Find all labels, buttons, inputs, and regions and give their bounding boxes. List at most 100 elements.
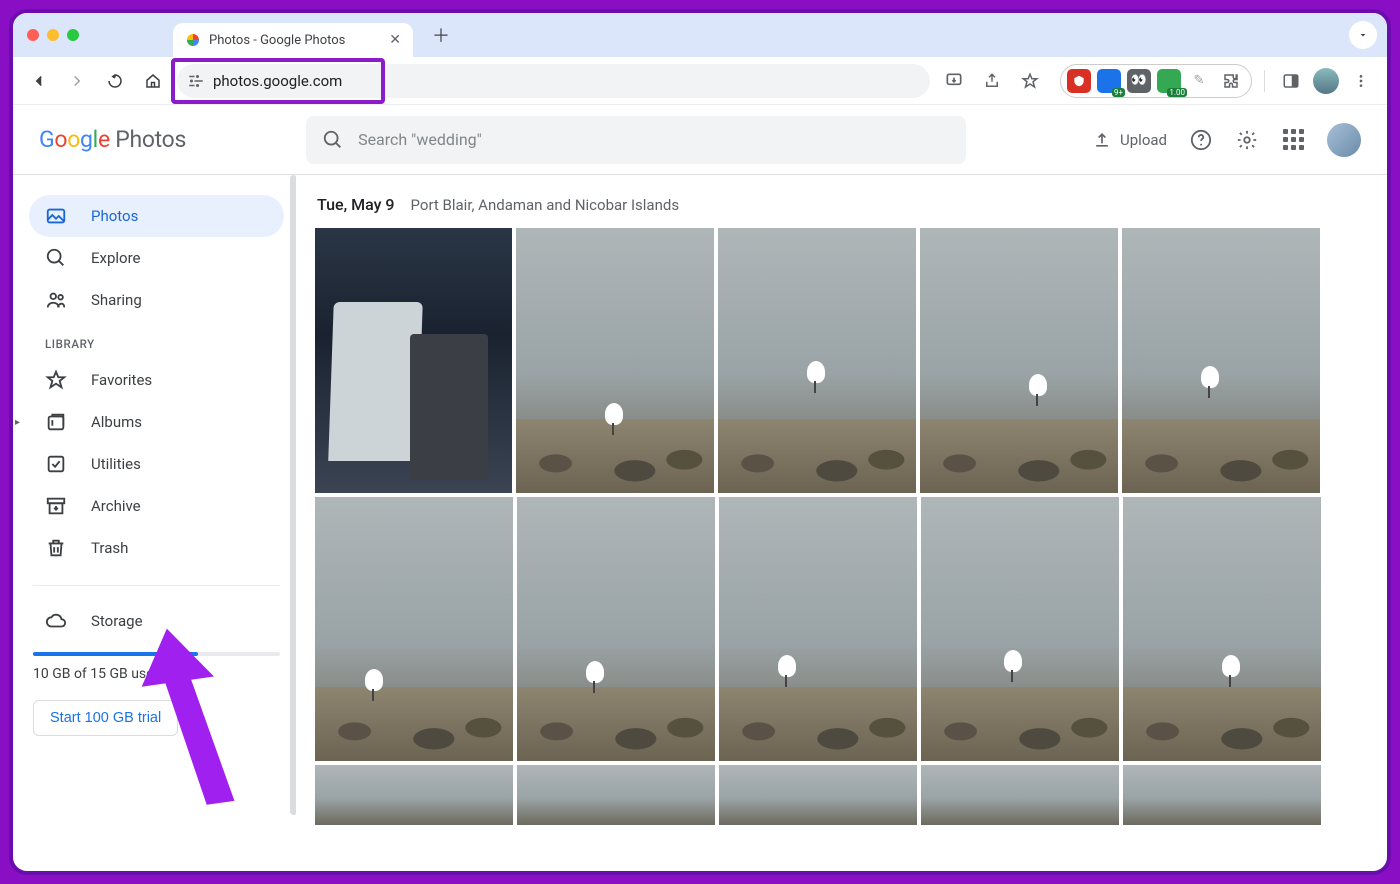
date-header: Tue, May 9 Port Blair, Andaman and Nicob…: [317, 195, 1377, 214]
photo-thumbnail[interactable]: [921, 497, 1119, 761]
extensions-puzzle-icon[interactable]: [1217, 67, 1245, 95]
extension-badge-2: 1.00: [1167, 88, 1187, 97]
photo-thumbnail[interactable]: [718, 228, 916, 493]
logo-product-text: Photos: [115, 126, 186, 153]
photo-thumbnail[interactable]: [719, 765, 917, 825]
sidebar-label: Storage: [91, 612, 143, 630]
sidebar-label: Utilities: [91, 455, 141, 473]
new-tab-button[interactable]: ＋: [427, 21, 455, 49]
photo-thumbnail[interactable]: [517, 497, 715, 761]
photo-thumbnail[interactable]: [315, 765, 513, 825]
address-bar[interactable]: photos.google.com: [177, 64, 930, 98]
photo-thumbnail[interactable]: [921, 765, 1119, 825]
toolbar-divider: [1264, 70, 1265, 92]
search-icon: [322, 129, 344, 151]
share-icon[interactable]: [978, 67, 1006, 95]
header-actions: Upload: [1092, 123, 1361, 157]
photo-thumbnail[interactable]: [1123, 497, 1321, 761]
sidebar-item-explore[interactable]: Explore: [29, 237, 284, 279]
tab-close-icon[interactable]: ✕: [389, 32, 401, 48]
sidepanel-icon[interactable]: [1277, 67, 1305, 95]
scrollbar[interactable]: [290, 175, 297, 815]
photos-icon: [45, 205, 67, 227]
cloud-icon: [45, 610, 67, 632]
sidebar-label: Albums: [91, 413, 142, 431]
utilities-icon: [45, 453, 67, 475]
archive-icon: [45, 495, 67, 517]
settings-gear-icon[interactable]: [1235, 128, 1259, 152]
albums-icon: [45, 411, 67, 433]
photo-thumbnail[interactable]: [719, 497, 917, 761]
sidebar-item-trash[interactable]: Trash: [29, 527, 284, 569]
photo-thumbnail[interactable]: [315, 497, 513, 761]
bookmark-star-icon[interactable]: [1016, 67, 1044, 95]
tabs-dropdown-button[interactable]: [1349, 21, 1377, 49]
profile-avatar[interactable]: [1313, 68, 1339, 94]
sidebar-item-archive[interactable]: Archive: [29, 485, 284, 527]
sidebar-item-utilities[interactable]: Utilities: [29, 443, 284, 485]
photo-row: [315, 228, 1377, 493]
start-trial-button[interactable]: Start 100 GB trial: [33, 700, 178, 736]
library-section-label: LIBRARY: [29, 321, 284, 359]
date-text: Tue, May 9: [317, 195, 395, 214]
sidebar-item-storage[interactable]: Storage: [29, 602, 284, 640]
sidebar-label: Explore: [91, 249, 141, 267]
photo-thumbnail[interactable]: [315, 228, 512, 493]
site-settings-icon[interactable]: [187, 72, 205, 90]
sidebar-item-favorites[interactable]: Favorites: [29, 359, 284, 401]
sidebar-divider: [33, 585, 280, 586]
extension-icon-2[interactable]: 9+: [1097, 69, 1121, 93]
app-header: Google Photos Search "wedding" Upload: [13, 105, 1387, 175]
browser-tab[interactable]: Photos - Google Photos ✕: [173, 23, 413, 57]
photo-row: [315, 497, 1377, 761]
photo-content-area: Tue, May 9 Port Blair, Andaman and Nicob…: [297, 175, 1387, 871]
search-input[interactable]: Search "wedding": [306, 116, 966, 164]
home-button[interactable]: [139, 67, 167, 95]
minimize-window-button[interactable]: [47, 29, 59, 41]
sidebar-item-photos[interactable]: Photos: [29, 195, 284, 237]
forward-button[interactable]: [63, 67, 91, 95]
extension-icon-5[interactable]: ✎: [1187, 69, 1211, 93]
upload-button[interactable]: Upload: [1092, 130, 1167, 150]
photo-thumbnail[interactable]: [1123, 765, 1321, 825]
extensions-pill[interactable]: 9+ 👀 1.00 ✎: [1060, 64, 1252, 98]
storage-progress-fill: [33, 652, 198, 656]
account-avatar[interactable]: [1327, 123, 1361, 157]
extension-icon-4[interactable]: 1.00: [1157, 69, 1181, 93]
photo-row: [315, 765, 1377, 825]
storage-used-text: 10 GB of 15 GB used: [29, 666, 284, 696]
browser-toolbar: photos.google.com 9+ 👀 1.00 ✎: [13, 57, 1387, 105]
extensions-area: 9+ 👀 1.00 ✎: [1060, 64, 1375, 98]
sidebar-label: Sharing: [91, 291, 142, 309]
google-photos-favicon: [185, 32, 201, 48]
tab-title: Photos - Google Photos: [209, 33, 345, 48]
storage-progress-bar: [33, 652, 280, 656]
photo-thumbnail[interactable]: [517, 765, 715, 825]
ublock-icon[interactable]: [1067, 69, 1091, 93]
window-controls: [27, 29, 79, 41]
reload-button[interactable]: [101, 67, 129, 95]
sidebar-label: Favorites: [91, 371, 152, 389]
browser-tab-strip: Photos - Google Photos ✕ ＋: [13, 13, 1387, 57]
back-button[interactable]: [25, 67, 53, 95]
google-apps-icon[interactable]: [1281, 128, 1305, 152]
expand-caret-icon[interactable]: ▸: [15, 417, 20, 428]
star-icon: [45, 369, 67, 391]
sidebar-item-albums[interactable]: ▸ Albums: [29, 401, 284, 443]
sidebar-item-sharing[interactable]: Sharing: [29, 279, 284, 321]
google-photos-logo[interactable]: Google Photos: [39, 126, 186, 153]
sidebar-label: Trash: [91, 539, 128, 557]
photo-thumbnail[interactable]: [920, 228, 1118, 493]
maximize-window-button[interactable]: [67, 29, 79, 41]
sharing-icon: [45, 289, 67, 311]
help-icon[interactable]: [1189, 128, 1213, 152]
close-window-button[interactable]: [27, 29, 39, 41]
upload-icon: [1092, 130, 1112, 150]
extension-icon-3[interactable]: 👀: [1127, 69, 1151, 93]
photo-thumbnail[interactable]: [1122, 228, 1320, 493]
install-app-icon[interactable]: [940, 67, 968, 95]
browser-menu-icon[interactable]: [1347, 67, 1375, 95]
extension-badge: 9+: [1112, 88, 1125, 97]
sidebar-label: Archive: [91, 497, 141, 515]
photo-thumbnail[interactable]: [516, 228, 714, 493]
